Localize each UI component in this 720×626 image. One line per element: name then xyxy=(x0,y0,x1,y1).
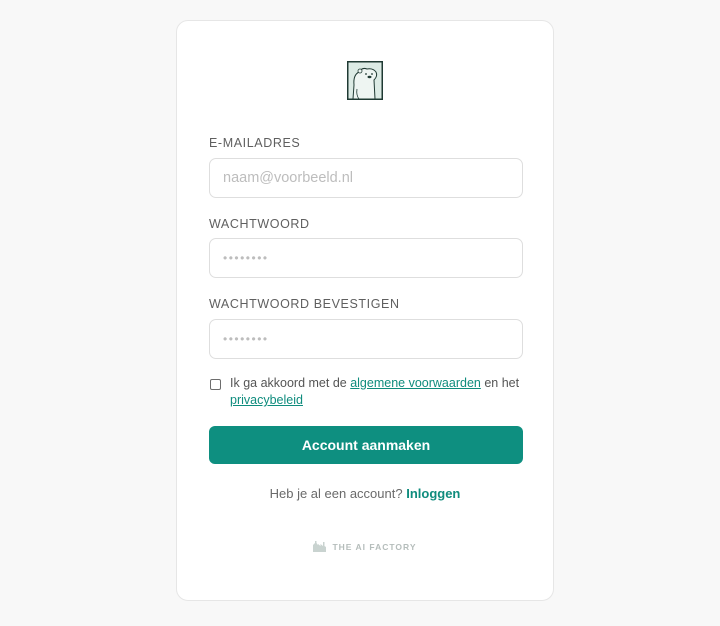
terms-checkbox[interactable] xyxy=(210,379,221,390)
confirm-password-input[interactable] xyxy=(209,319,523,359)
factory-icon xyxy=(313,541,327,552)
signin-prompt: Heb je al een account? Inloggen xyxy=(177,486,553,501)
confirm-password-label: WACHTWOORD BEVESTIGEN xyxy=(209,297,400,311)
terms-link[interactable]: algemene voorwaarden xyxy=(350,376,481,390)
terms-middle: en het xyxy=(480,376,520,390)
email-label: E-MAILADRES xyxy=(209,136,301,150)
terms-prefix: Ik ga akkoord met de xyxy=(230,376,351,390)
footer-brand-text: THE AI FACTORY xyxy=(332,541,417,552)
signup-card: E-MAILADRES WACHTWOORD WACHTWOORD BEVEST… xyxy=(176,20,554,601)
password-label: WACHTWOORD xyxy=(209,217,310,231)
signin-link[interactable]: Inloggen xyxy=(406,486,460,501)
create-account-button[interactable]: Account aanmaken xyxy=(209,426,523,464)
privacy-link[interactable]: privacybeleid xyxy=(230,393,303,407)
password-input[interactable] xyxy=(209,238,523,278)
signin-prompt-text: Heb je al een account? xyxy=(269,486,403,501)
email-input[interactable] xyxy=(209,158,523,198)
terms-text: Ik ga akkoord met de algemene voorwaarde… xyxy=(230,375,520,409)
polar-bear-logo-icon xyxy=(347,61,383,100)
footer-brand: THE AI FACTORY xyxy=(177,541,553,552)
